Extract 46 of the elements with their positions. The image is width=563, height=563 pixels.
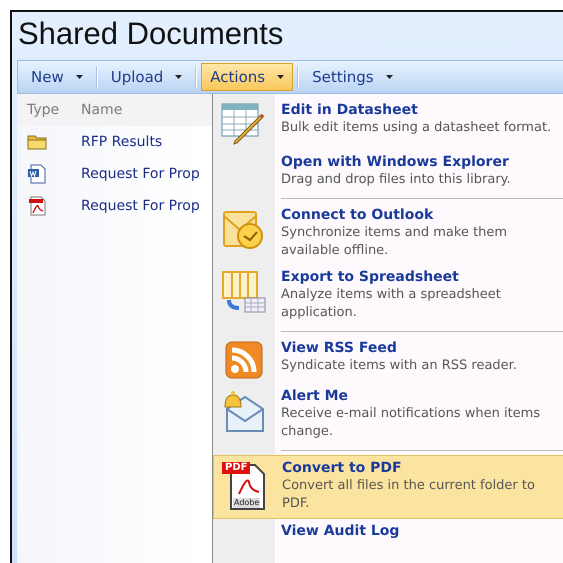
menu-item[interactable]: Open with Windows Explorer Drag and drop files into this library. bbox=[213, 150, 563, 194]
toolbar-menu-button[interactable]: New bbox=[22, 63, 92, 91]
menu-item-description: Bulk edit items using a datasheet format. bbox=[281, 119, 552, 137]
menu-item-description: Convert all files in the current folder to PDF. bbox=[282, 477, 536, 513]
menu-item-title: View RSS Feed bbox=[281, 339, 398, 357]
toolbar-menu-button[interactable]: Actions bbox=[201, 63, 294, 91]
toolbar-menu-button[interactable]: Settings bbox=[303, 63, 402, 91]
menu-item-description: Drag and drop files into this library. bbox=[281, 171, 511, 189]
folder-icon bbox=[27, 134, 47, 150]
menu-item-title: View Audit Log bbox=[281, 522, 400, 540]
document-link[interactable]: RFP Results bbox=[81, 134, 162, 150]
menu-item-title: Export to Spreadsheet bbox=[281, 268, 460, 286]
menu-item-title: Connect to Outlook bbox=[281, 206, 434, 224]
menu-item-title: Open with Windows Explorer bbox=[281, 153, 510, 171]
menu-item[interactable]: Alert Me Receive e-mail notifications when items change. bbox=[213, 384, 563, 446]
pdf-icon-label: PDF bbox=[222, 462, 250, 474]
toolbar-menu-button[interactable]: Upload bbox=[102, 63, 192, 91]
menu-item-title: Alert Me bbox=[281, 387, 350, 405]
column-header: Name bbox=[81, 102, 122, 118]
caret-icon bbox=[386, 75, 393, 79]
menu-item[interactable]: View RSS Feed Syndicate items with an RSS reader. bbox=[213, 336, 563, 384]
menu-item[interactable]: PDF Adobe Convert to PDF Convert all files in the current folder to PDF. bbox=[213, 455, 563, 519]
rss-feed-icon bbox=[225, 341, 263, 379]
caret-icon bbox=[76, 75, 83, 79]
menu-item-description: Synchronize items and make them available offline. bbox=[281, 224, 508, 260]
envelope-clock-icon bbox=[222, 208, 266, 252]
menu-item[interactable]: View Audit Log bbox=[213, 519, 563, 545]
document-link[interactable]: Request For Prop bbox=[81, 198, 200, 214]
column-header: Type bbox=[26, 102, 60, 118]
word-document-icon bbox=[27, 164, 47, 184]
pdf-document-icon bbox=[27, 196, 47, 216]
caret-icon bbox=[277, 75, 284, 79]
menu-item-description: Syndicate items with an RSS reader. bbox=[281, 357, 517, 375]
menu-item[interactable]: Export to Spreadsheet Analyze items with a spreadsheet application. bbox=[213, 265, 563, 327]
menu-item-description: Receive e-mail notifications when items change. bbox=[281, 405, 542, 441]
page-title: Shared Documents bbox=[18, 15, 284, 53]
datasheet-pencil-icon bbox=[221, 103, 267, 145]
document-link[interactable]: Request For Prop bbox=[81, 166, 200, 182]
spreadsheet-export-icon bbox=[221, 270, 267, 314]
caret-icon bbox=[175, 75, 182, 79]
menu-item[interactable]: Connect to Outlook Synchronize items and make them available offline. bbox=[213, 203, 563, 265]
menu-item[interactable]: Edit in Datasheet Bulk edit items using a datasheet format. bbox=[213, 98, 563, 150]
menu-item-description: Analyze items with a spreadsheet application. bbox=[281, 286, 502, 322]
menu-item-title: Edit in Datasheet bbox=[281, 101, 419, 119]
pdf-icon-caption: Adobe bbox=[233, 498, 260, 508]
menu-item-title: Convert to PDF bbox=[282, 459, 403, 477]
